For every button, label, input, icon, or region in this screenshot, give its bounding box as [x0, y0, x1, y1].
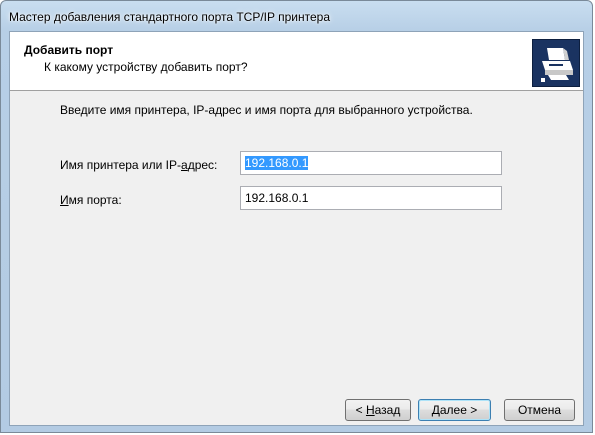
wizard-client-area: Добавить порт К какому устройству добави…: [9, 31, 584, 426]
header-title: Добавить порт: [24, 43, 114, 57]
port-name-label-suffix: мя порта:: [68, 193, 122, 207]
title-bar[interactable]: Мастер добавления стандартного порта TCP…: [1, 1, 592, 31]
wizard-window: Мастер добавления стандартного порта TCP…: [0, 0, 593, 433]
window-title: Мастер добавления стандартного порта TCP…: [9, 10, 331, 24]
back-button-prefix: <: [355, 403, 366, 417]
port-name-label: Имя порта:: [60, 193, 122, 207]
port-name-input[interactable]: 192.168.0.1: [240, 186, 502, 210]
next-button-accel: Д: [431, 403, 440, 417]
cancel-button[interactable]: Отмена: [504, 399, 575, 421]
port-name-value: 192.168.0.1: [245, 191, 309, 205]
printer-network-icon-graphic: [533, 40, 579, 86]
printer-name-label: Имя принтера или IP-адрес:: [60, 158, 217, 172]
instruction-text: Введите имя принтера, IP-адрес и имя пор…: [60, 103, 473, 117]
printer-name-label-accel: а: [181, 158, 188, 172]
wizard-header: Добавить порт К какому устройству добави…: [10, 32, 583, 91]
back-button-accel: Н: [365, 403, 375, 417]
printer-name-value: 192.168.0.1: [245, 156, 309, 170]
printer-name-label-prefix: Имя принтера или IP-: [60, 158, 182, 172]
printer-network-icon: [532, 39, 580, 87]
back-button[interactable]: < Назад: [345, 399, 411, 421]
next-button[interactable]: Далее >: [418, 399, 491, 421]
back-button-suffix: азад: [374, 403, 401, 417]
port-name-label-accel: И: [60, 193, 69, 207]
header-subtitle: К какому устройству добавить порт?: [44, 60, 248, 74]
printer-name-label-suffix: дрес:: [187, 158, 218, 172]
next-button-suffix: алее >: [439, 403, 478, 417]
printer-name-input[interactable]: 192.168.0.1: [240, 151, 502, 175]
